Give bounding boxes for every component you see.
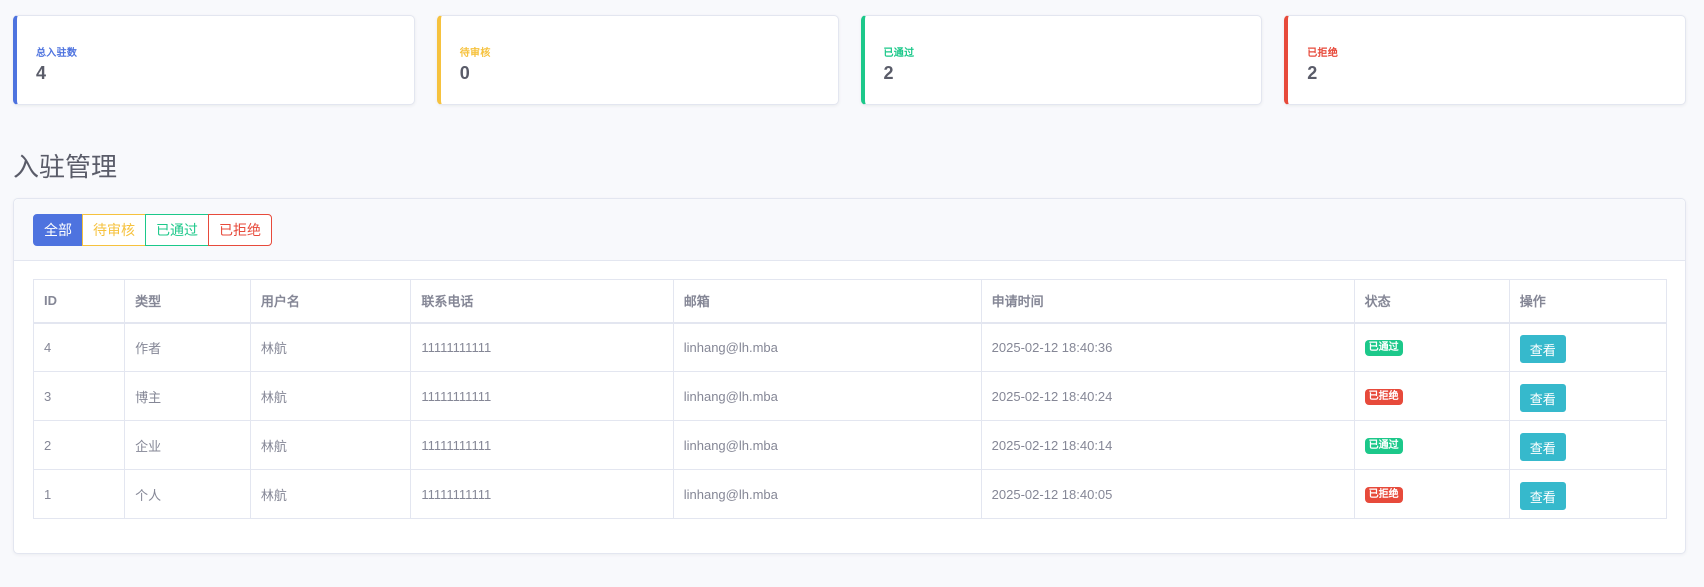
cell-id: 1 [32, 469, 126, 519]
cell-time: 2025-02-12 18:40:24 [980, 371, 1355, 421]
table-row: 3 博主 林航 11111111111 linhang@lh.mba 2025-… [32, 371, 1668, 421]
stat-value-approved: 2 [883, 63, 894, 83]
applications-table: ID 类型 用户名 联系电话 邮箱 申请时间 状态 操作 4 作者 林航 111… [32, 279, 1668, 519]
view-button[interactable]: 查看 [1519, 335, 1566, 364]
cell-action: 查看 [1508, 420, 1668, 470]
page-title: 入驻管理 [13, 152, 118, 182]
cell-action: 查看 [1508, 371, 1668, 421]
cell-username: 林航 [249, 469, 412, 519]
cell-status: 已通过 [1353, 420, 1510, 470]
header-phone: 联系电话 [410, 279, 674, 324]
cell-type: 博主 [124, 371, 251, 421]
view-button[interactable]: 查看 [1519, 433, 1566, 461]
cell-action: 查看 [1508, 469, 1668, 519]
cell-type: 企业 [124, 420, 251, 470]
header-time: 申请时间 [980, 279, 1355, 324]
cell-id: 2 [32, 420, 126, 470]
stat-card-pending: 待审核 0 [436, 15, 839, 105]
cell-id: 3 [32, 371, 126, 421]
cell-phone: 11111111111 [410, 322, 674, 372]
header-action: 操作 [1508, 279, 1668, 324]
status-badge: 已通过 [1364, 438, 1403, 454]
stat-label-approved: 已通过 [883, 48, 915, 59]
cell-action: 查看 [1508, 322, 1668, 372]
filter-all-button[interactable]: 全部 [33, 214, 83, 246]
status-badge: 已拒绝 [1364, 389, 1403, 405]
cell-type: 作者 [124, 322, 251, 372]
status-badge: 已拒绝 [1364, 487, 1403, 503]
table-row: 4 作者 林航 11111111111 linhang@lh.mba 2025-… [32, 322, 1668, 372]
stat-label-total: 总入驻数 [36, 48, 78, 59]
cell-username: 林航 [249, 420, 412, 470]
stat-label-rejected: 已拒绝 [1307, 48, 1339, 59]
cell-username: 林航 [249, 371, 412, 421]
filter-rejected-button[interactable]: 已拒绝 [208, 214, 272, 246]
cell-time: 2025-02-12 18:40:14 [980, 420, 1355, 470]
cell-time: 2025-02-12 18:40:05 [980, 469, 1355, 519]
table-container: ID 类型 用户名 联系电话 邮箱 申请时间 状态 操作 4 作者 林航 111… [14, 261, 1685, 519]
cell-email: linhang@lh.mba [672, 322, 982, 372]
header-username: 用户名 [249, 279, 412, 324]
cell-phone: 11111111111 [410, 469, 674, 519]
stat-value-rejected: 2 [1307, 63, 1318, 83]
filter-approved-button[interactable]: 已通过 [145, 214, 209, 246]
cell-status: 已通过 [1353, 322, 1510, 372]
stat-card-rejected: 已拒绝 2 [1284, 15, 1686, 105]
cell-status: 已拒绝 [1353, 371, 1510, 421]
filter-bar: 全部 待审核 已通过 已拒绝 [14, 199, 1685, 261]
view-button[interactable]: 查看 [1519, 482, 1566, 510]
cell-email: linhang@lh.mba [672, 420, 982, 470]
cell-time: 2025-02-12 18:40:36 [980, 322, 1355, 372]
cell-id: 4 [32, 322, 126, 372]
table-row: 1 个人 林航 11111111111 linhang@lh.mba 2025-… [32, 469, 1668, 519]
cell-phone: 11111111111 [410, 420, 674, 470]
view-button[interactable]: 查看 [1519, 384, 1566, 412]
cell-status: 已拒绝 [1353, 469, 1510, 519]
cell-phone: 11111111111 [410, 371, 674, 421]
status-badge: 已通过 [1364, 340, 1403, 357]
stat-value-total: 4 [36, 63, 47, 83]
cell-username: 林航 [249, 322, 412, 372]
stat-label-pending: 待审核 [459, 48, 491, 59]
stat-card-approved: 已通过 2 [860, 15, 1263, 105]
table-header-row: ID 类型 用户名 联系电话 邮箱 申请时间 状态 操作 [32, 279, 1668, 324]
table-row: 2 企业 林航 11111111111 linhang@lh.mba 2025-… [32, 420, 1668, 470]
header-status: 状态 [1353, 279, 1510, 324]
cell-type: 个人 [124, 469, 251, 519]
stat-card-total: 总入驻数 4 [13, 15, 415, 105]
header-type: 类型 [124, 279, 251, 324]
stat-cards: 总入驻数 4 待审核 0 已通过 2 已拒绝 2 [13, 15, 1686, 105]
filter-pending-button[interactable]: 待审核 [82, 214, 146, 246]
header-id: ID [32, 279, 126, 324]
header-email: 邮箱 [672, 279, 982, 324]
applications-panel: 全部 待审核 已通过 已拒绝 ID 类型 用户名 联系电话 邮箱 申请时间 状态… [13, 198, 1686, 554]
cell-email: linhang@lh.mba [672, 469, 982, 519]
stat-value-pending: 0 [459, 63, 470, 83]
cell-email: linhang@lh.mba [672, 371, 982, 421]
